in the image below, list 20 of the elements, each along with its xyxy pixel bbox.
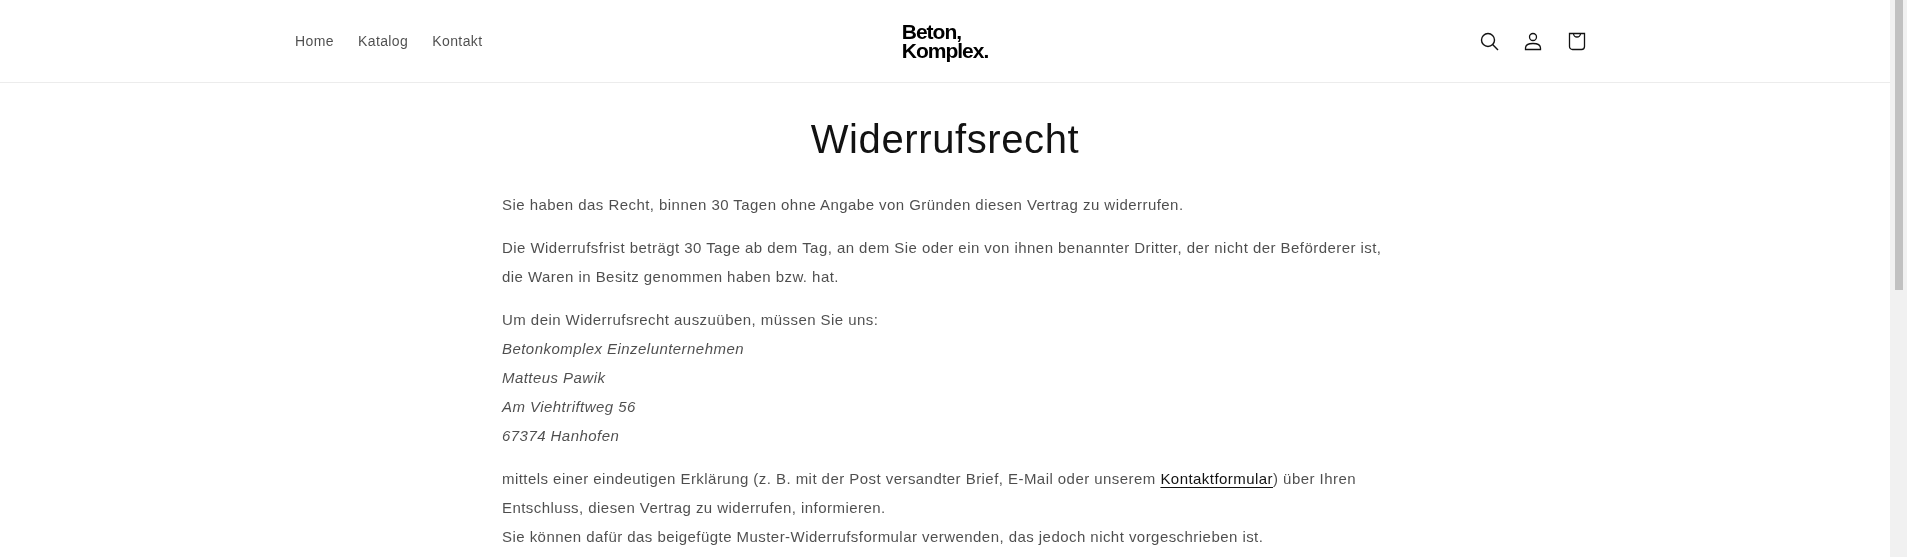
address-line: 67374 Hanhofen [502,426,621,446]
scrollbar[interactable] [1890,0,1907,557]
paragraph: Die Widerrufsfrist beträgt 30 Tage ab dem Tag, an dem Sie oder ein von ihnen benannter Dritter, der nicht der Beförderer ist, die Waren in Besitz genommen haben bzw. hat. [502,238,1383,287]
paragraph: Sie können dafür das beigefügte Muster-Widerrufsformular verwenden, das jedoch nicht vorgeschrieben ist. [502,527,1265,547]
shopping-bag-icon[interactable] [1567,30,1587,52]
scrollbar-thumb[interactable] [1894,0,1903,290]
search-icon[interactable] [1479,30,1499,52]
paragraph: mittels einer eindeutigen Erklärung (z. B. mit der Post versandter Brief, E-Mail oder unserem Kontaktformular) über Ihren Entschluss, diesen Vertrag zu widerrufen, informieren. [502,469,1357,518]
address-line: Matteus Pawik [502,368,607,388]
nav-link[interactable]: Kontakt [420,25,495,57]
logo[interactable]: Beton, Komplex. [901,22,989,60]
nav-link[interactable]: Home [295,25,346,57]
account-icon[interactable] [1523,30,1543,52]
contact-form-link[interactable]: Kontaktformular [1160,470,1274,487]
address-line: Am Viehtriftweg 56 [502,397,637,417]
paragraph: Sie haben das Recht, binnen 30 Tagen ohne Angabe von Gründen diesen Vertrag zu widerrufen. [502,195,1185,215]
nav-link[interactable]: Katalog [345,25,421,57]
address-line: Betonkomplex Einzelunternehmen [502,339,745,359]
text-line: Um dein Widerrufsrecht auszuüben, müssen Sie uns: [502,310,880,330]
page-title: Widerrufsrecht [809,117,1081,162]
